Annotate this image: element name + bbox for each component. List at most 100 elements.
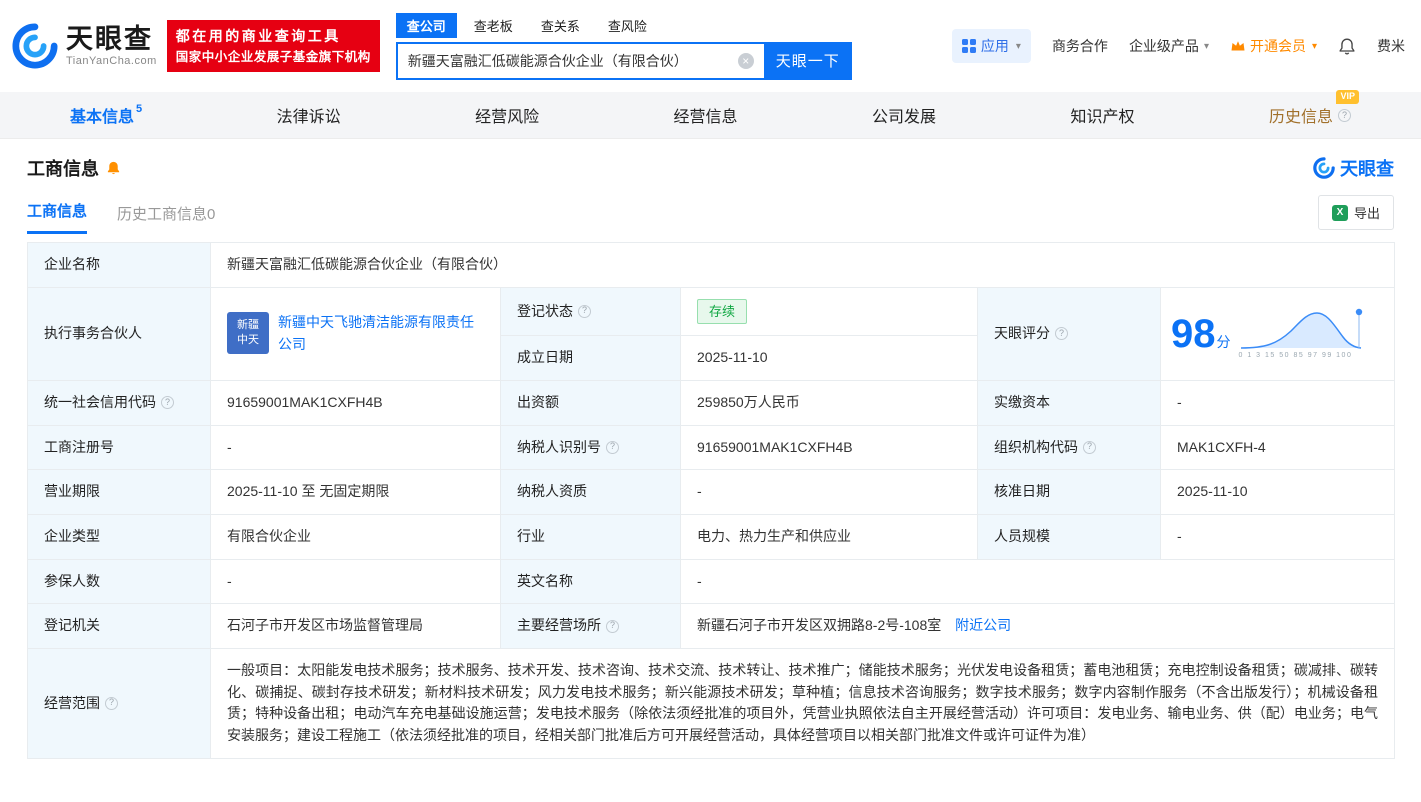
field-label-company-name: 企业名称	[28, 243, 211, 288]
brand-name: 天眼查	[66, 25, 157, 55]
field-label-reg-status-text: 登记状态	[517, 301, 573, 323]
score-chart: 0 1 3 15 50 85 97 99 100	[1239, 306, 1367, 362]
field-label-credit-code: 统一社会信用代码 ?	[28, 380, 211, 425]
field-label-business-address-text: 主要经营场所	[517, 615, 601, 637]
brand-text: 天眼查 TianYanCha.com	[66, 25, 157, 67]
field-label-paid-capital: 实缴资本	[978, 380, 1161, 425]
tianyancha-logo-icon	[12, 23, 58, 69]
nearby-company-link[interactable]: 附近公司	[955, 617, 1011, 633]
help-icon[interactable]: ?	[606, 441, 619, 454]
tab-history-registration[interactable]: 历史工商信息0	[117, 203, 215, 234]
partner-company-link[interactable]: 新疆中天飞驰清洁能源有限责任公司	[278, 312, 484, 355]
menu-cooperation[interactable]: 商务合作	[1052, 36, 1108, 56]
field-label-reg-authority: 登记机关	[28, 604, 211, 649]
field-label-business-term: 营业期限	[28, 470, 211, 515]
field-label-credit-code-text: 统一社会信用代码	[44, 392, 156, 414]
chevron-down-icon: ▾	[1016, 41, 1021, 52]
tab-basic-info[interactable]: 基本信息 5	[70, 103, 142, 127]
field-value-reg-number: -	[211, 425, 501, 470]
tab-intellectual-property[interactable]: 知识产权	[1070, 103, 1134, 127]
section-head: 工商信息 天眼查	[27, 155, 1394, 181]
brand-domain: TianYanCha.com	[66, 55, 157, 67]
search-tab-boss[interactable]: 查老板	[463, 13, 524, 38]
tab-operation-risk[interactable]: 经营风险	[475, 103, 539, 127]
field-label-capital: 出资额	[501, 380, 681, 425]
field-label-establish-date: 成立日期	[501, 336, 681, 381]
field-value-establish-date: 2025-11-10	[681, 336, 978, 381]
search-input[interactable]	[396, 42, 764, 80]
clear-icon[interactable]: ×	[738, 53, 754, 69]
table-row: 营业期限 2025-11-10 至 无固定期限 纳税人资质 - 核准日期 202…	[28, 470, 1395, 515]
menu-open-vip[interactable]: 开通会员 ▾	[1230, 36, 1317, 56]
field-value-taxpayer-qualification: -	[681, 470, 978, 515]
field-value-approval-date: 2025-11-10	[1161, 470, 1395, 515]
slogan-line1: 都在用的商业查询工具	[176, 25, 371, 47]
help-icon[interactable]: ?	[1338, 109, 1351, 122]
user-name[interactable]: 费米	[1377, 36, 1405, 56]
field-label-org-code: 组织机构代码 ?	[978, 425, 1161, 470]
search-area: 查公司 查老板 查关系 查风险 × 天眼一下	[396, 13, 852, 80]
field-label-taxpayer-id-text: 纳税人识别号	[517, 437, 601, 459]
help-icon[interactable]: ?	[578, 305, 591, 318]
field-label-staff-size: 人员规模	[978, 514, 1161, 559]
search-tab-relation[interactable]: 查关系	[530, 13, 591, 38]
table-row: 经营范围 ? 一般项目：太阳能发电技术服务；技术服务、技术开发、技术咨询、技术交…	[28, 649, 1395, 759]
page-title: 工商信息	[27, 155, 121, 181]
field-label-taxpayer-id: 纳税人识别号 ?	[501, 425, 681, 470]
field-value-score: 98分 0 1 3 15 50 85 97 99 100	[1161, 287, 1395, 380]
tab-company-development[interactable]: 公司发展	[872, 103, 936, 127]
tab-business-info[interactable]: 经营信息	[674, 103, 738, 127]
menu-enterprise[interactable]: 企业级产品 ▾	[1129, 36, 1209, 56]
field-value-business-scope: 一般项目：太阳能发电技术服务；技术服务、技术开发、技术咨询、技术交流、技术转让、…	[211, 649, 1395, 759]
excel-icon: X	[1332, 205, 1348, 221]
help-icon[interactable]: ?	[606, 620, 619, 633]
score-distribution-curve	[1239, 306, 1367, 350]
tab-business-registration[interactable]: 工商信息	[27, 200, 87, 234]
subtabs-row: 工商信息 历史工商信息0 X 导出	[27, 195, 1394, 234]
grid-icon	[962, 39, 976, 53]
field-label-english-name: 英文名称	[501, 559, 681, 604]
table-row: 执行事务合伙人 新疆 中天 新疆中天飞驰清洁能源有限责任公司 登记状态 ? 存续…	[28, 287, 1395, 336]
notification-bell-icon[interactable]	[1338, 37, 1356, 56]
tab-history-info[interactable]: 历史信息 VIP ?	[1269, 103, 1351, 127]
score-axis-labels: 0 1 3 15 50 85 97 99 100	[1239, 351, 1367, 362]
field-value-reg-status: 存续	[681, 287, 978, 336]
field-value-reg-authority: 石河子市开发区市场监督管理局	[211, 604, 501, 649]
tianyancha-logo[interactable]: 天眼查 TianYanCha.com	[12, 23, 157, 69]
apps-menu[interactable]: 应用 ▾	[952, 29, 1031, 63]
table-row: 企业类型 有限合伙企业 行业 电力、热力生产和供应业 人员规模 -	[28, 514, 1395, 559]
export-button-label: 导出	[1354, 203, 1380, 222]
field-label-business-scope-text: 经营范围	[44, 693, 100, 715]
table-row: 工商注册号 - 纳税人识别号 ? 91659001MAK1CXFH4B 组织机构…	[28, 425, 1395, 470]
tab-legal-proceedings[interactable]: 法律诉讼	[277, 103, 341, 127]
slogan-line2: 国家中小企业发展子基金旗下机构	[176, 47, 371, 67]
field-value-paid-capital: -	[1161, 380, 1395, 425]
field-value-org-code: MAK1CXFH-4	[1161, 425, 1395, 470]
brand-watermark-text: 天眼查	[1340, 155, 1394, 181]
field-value-english-name: -	[681, 559, 1395, 604]
help-icon[interactable]: ?	[105, 697, 118, 710]
tianyancha-logo-icon	[1313, 157, 1335, 179]
field-label-org-code-text: 组织机构代码	[994, 437, 1078, 459]
help-icon[interactable]: ?	[161, 396, 174, 409]
help-icon[interactable]: ?	[1055, 327, 1068, 340]
tab-history-info-label: 历史信息	[1269, 103, 1333, 127]
export-button[interactable]: X 导出	[1318, 195, 1394, 230]
apps-menu-label: 应用	[981, 36, 1009, 56]
search-tab-company[interactable]: 查公司	[396, 13, 457, 38]
table-row: 企业名称 新疆天富融汇低碳能源合伙企业（有限合伙）	[28, 243, 1395, 288]
business-address-text: 新疆石河子市开发区双拥路8-2号-108室	[697, 617, 941, 633]
field-value-company-type: 有限合伙企业	[211, 514, 501, 559]
field-value-taxpayer-id: 91659001MAK1CXFH4B	[681, 425, 978, 470]
search-tab-risk[interactable]: 查风险	[597, 13, 658, 38]
field-value-business-address: 新疆石河子市开发区双拥路8-2号-108室 附近公司	[681, 604, 1395, 649]
help-icon[interactable]: ?	[1083, 441, 1096, 454]
field-label-managing-partner: 执行事务合伙人	[28, 287, 211, 380]
search-button[interactable]: 天眼一下	[764, 42, 852, 80]
section-title-text: 工商信息	[27, 155, 99, 181]
chevron-down-icon: ▾	[1204, 41, 1209, 52]
field-value-credit-code: 91659001MAK1CXFH4B	[211, 380, 501, 425]
field-label-business-scope: 经营范围 ?	[28, 649, 211, 759]
field-value-staff-size: -	[1161, 514, 1395, 559]
subscribe-bell-icon[interactable]	[106, 160, 121, 176]
